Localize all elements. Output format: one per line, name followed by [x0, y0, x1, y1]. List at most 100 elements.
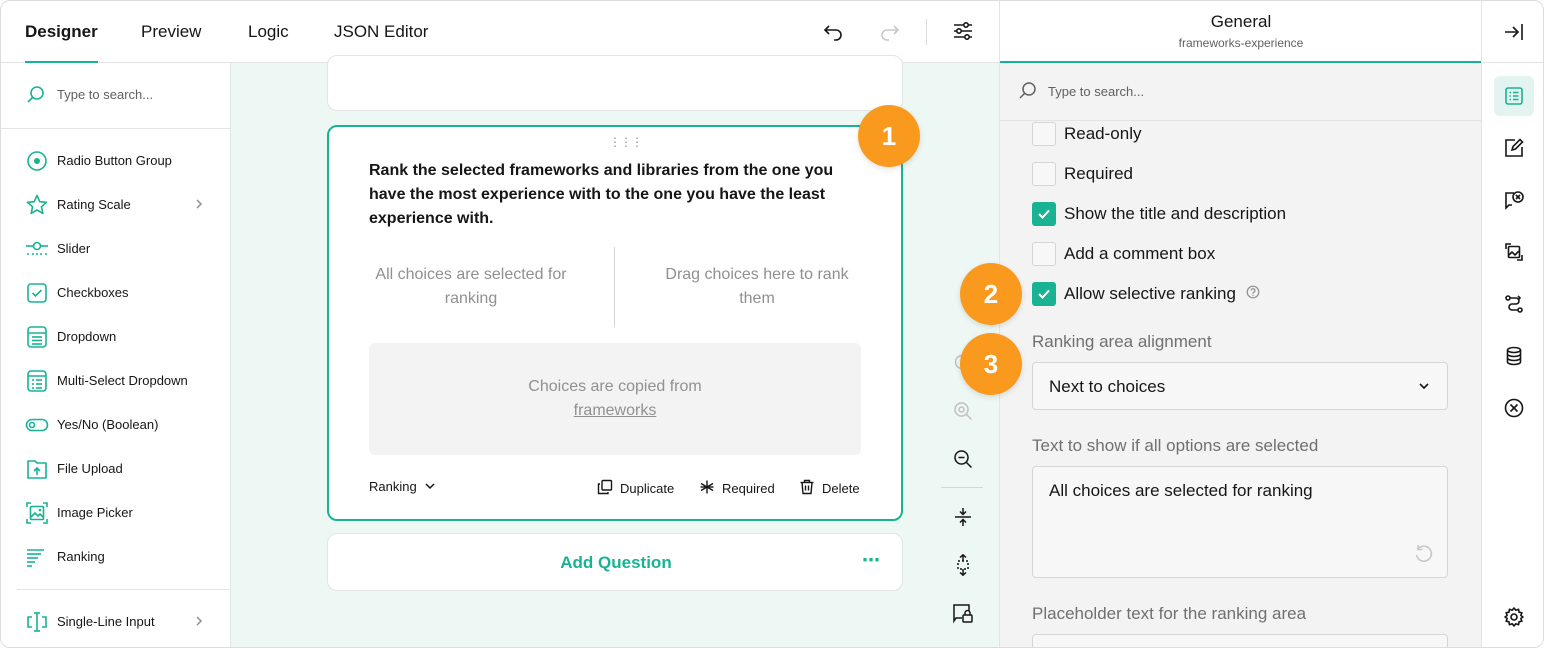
- property-grid-subtitle: frameworks-experience: [1178, 36, 1304, 50]
- ranking-placeholder-label: Placeholder text for the ranking area: [1032, 604, 1307, 623]
- previous-question-card[interactable]: [327, 55, 903, 111]
- clear-icon[interactable]: [1494, 388, 1534, 428]
- right-sidebar: [1481, 1, 1543, 647]
- checkbox-label: Required: [1064, 164, 1133, 183]
- drag-handle-icon[interactable]: ⋮⋮⋮: [609, 135, 643, 149]
- gear-icon[interactable]: [1494, 597, 1534, 637]
- toolbox-item-slider[interactable]: Slider: [1, 227, 231, 271]
- toolbox: Type to search... Radio Button Group Rat…: [1, 63, 231, 647]
- tab-designer[interactable]: Designer: [25, 1, 98, 63]
- undo-icon[interactable]: [819, 17, 847, 45]
- toolbox-item-checkboxes[interactable]: Checkboxes: [1, 271, 231, 315]
- checkbox-required[interactable]: Required: [1032, 162, 1133, 186]
- toolbox-item-label: Multi-Select Dropdown: [57, 373, 188, 388]
- top-tab-bar: Designer Preview Logic JSON Editor: [1, 1, 999, 63]
- property-grid-title: General: [1210, 12, 1272, 31]
- collapse-panel-icon[interactable]: [1494, 12, 1534, 52]
- ranking-alignment-dropdown[interactable]: Next to choices: [1032, 362, 1448, 410]
- checkbox-read-only-box[interactable]: [1032, 122, 1056, 146]
- more-options-icon[interactable]: ⋯: [862, 550, 881, 571]
- reset-icon[interactable]: [1413, 543, 1435, 570]
- toolbox-item-radio-button-group[interactable]: Radio Button Group: [1, 139, 231, 183]
- checkbox-show-title[interactable]: Show the title and description: [1032, 202, 1286, 226]
- checkbox-selective-ranking[interactable]: Allow selective ranking: [1032, 282, 1260, 306]
- redo-icon[interactable]: [876, 17, 904, 45]
- required-label: Required: [722, 481, 775, 496]
- general-properties-icon[interactable]: [1494, 76, 1534, 116]
- ranking-icon: [25, 545, 49, 569]
- all-selected-text-value: All choices are selected for ranking: [1049, 481, 1313, 500]
- ranking-placeholder-input[interactable]: [1032, 634, 1448, 647]
- choices-copied-text: Choices are copied from: [528, 378, 702, 395]
- text-input-icon: [25, 610, 49, 634]
- all-selected-text-input[interactable]: All choices are selected for ranking: [1032, 466, 1448, 578]
- toolbox-item-ranking[interactable]: Ranking: [1, 535, 231, 579]
- toolbox-item-label: Single-Line Input: [57, 614, 155, 629]
- chevron-right-icon[interactable]: [193, 197, 205, 216]
- validation-icon[interactable]: [1494, 180, 1534, 220]
- required-toggle-button[interactable]: Required: [699, 479, 775, 498]
- ranking-question-card[interactable]: ⋮⋮⋮ Rank the selected frameworks and lib…: [327, 125, 903, 521]
- toolbox-item-single-line-input[interactable]: Single-Line Input: [1, 600, 231, 644]
- delete-label: Delete: [822, 481, 860, 496]
- duplicate-icon: [597, 479, 613, 498]
- toolbox-item-boolean[interactable]: Yes/No (Boolean): [1, 403, 231, 447]
- radio-icon: [25, 149, 49, 173]
- image-picker-icon: [25, 501, 49, 525]
- slider-icon: [25, 237, 49, 261]
- checkbox-comment-box-box[interactable]: [1032, 242, 1056, 266]
- toolbox-item-image-picker[interactable]: Image Picker: [1, 491, 231, 535]
- asterisk-icon: [699, 479, 715, 498]
- chevron-right-icon[interactable]: [193, 614, 205, 633]
- property-search-input[interactable]: Type to search...: [1048, 84, 1144, 99]
- tab-logic[interactable]: Logic: [248, 1, 289, 63]
- toolbox-item-label: Image Picker: [57, 505, 133, 520]
- toolbox-item-multi-select-dropdown[interactable]: Multi-Select Dropdown: [1, 359, 231, 403]
- question-type-selector[interactable]: Ranking: [369, 479, 436, 494]
- duplicate-button[interactable]: Duplicate: [597, 479, 674, 498]
- toolbox-item-label: Ranking: [57, 549, 105, 564]
- chevron-down-icon: [1417, 379, 1431, 398]
- property-grid: General frameworks-experience Type to se…: [999, 1, 1482, 647]
- checkmark-icon[interactable]: [1032, 202, 1056, 226]
- annotation-badge-2: 2: [960, 263, 1022, 325]
- settings-sliders-icon[interactable]: [949, 17, 977, 45]
- annotation-badge-3: 3: [960, 333, 1022, 395]
- ranking-alignment-label: Ranking area alignment: [1032, 332, 1212, 351]
- tab-preview[interactable]: Preview: [141, 1, 201, 63]
- checkbox-read-only[interactable]: Read-only: [1032, 122, 1142, 146]
- star-icon: [25, 193, 49, 217]
- toolbox-item-dropdown[interactable]: Dropdown: [1, 315, 231, 359]
- toolbox-item-label: File Upload: [57, 461, 123, 476]
- logic-icon[interactable]: [1494, 284, 1534, 324]
- question-title[interactable]: Rank the selected frameworks and librari…: [369, 159, 859, 231]
- expand-all-icon[interactable]: [949, 551, 977, 579]
- toolbox-search[interactable]: Type to search...: [1, 63, 231, 129]
- checkbox-comment-box[interactable]: Add a comment box: [1032, 242, 1215, 266]
- search-icon: [26, 85, 46, 110]
- zoom-reset-icon[interactable]: [949, 397, 977, 425]
- annotation-badge-1: 1: [858, 105, 920, 167]
- collapse-all-icon[interactable]: [949, 503, 977, 531]
- help-icon[interactable]: [1246, 285, 1260, 304]
- checkbox-label: Show the title and description: [1064, 204, 1287, 223]
- choices-source-link[interactable]: frameworks: [369, 399, 861, 423]
- choices-icon[interactable]: [1494, 232, 1534, 272]
- checkmark-icon[interactable]: [1032, 282, 1056, 306]
- trash-icon: [799, 479, 815, 498]
- property-search[interactable]: Type to search...: [1000, 63, 1482, 121]
- edit-icon[interactable]: [1494, 128, 1534, 168]
- toolbox-search-input[interactable]: Type to search...: [57, 87, 153, 102]
- zoom-out-icon[interactable]: [949, 445, 977, 473]
- toolbox-item-rating-scale[interactable]: Rating Scale: [1, 183, 231, 227]
- data-icon[interactable]: [1494, 336, 1534, 376]
- checkbox-required-box[interactable]: [1032, 162, 1056, 186]
- toolbox-item-label: Radio Button Group: [57, 153, 172, 168]
- lock-question-icon[interactable]: [949, 599, 977, 627]
- search-icon: [1018, 81, 1038, 106]
- toolbox-item-file-upload[interactable]: File Upload: [1, 447, 231, 491]
- ranking-alignment-value: Next to choices: [1049, 377, 1166, 396]
- delete-button[interactable]: Delete: [799, 479, 860, 498]
- tab-json-editor[interactable]: JSON Editor: [334, 1, 428, 63]
- add-question-button[interactable]: Add Question: [328, 553, 904, 573]
